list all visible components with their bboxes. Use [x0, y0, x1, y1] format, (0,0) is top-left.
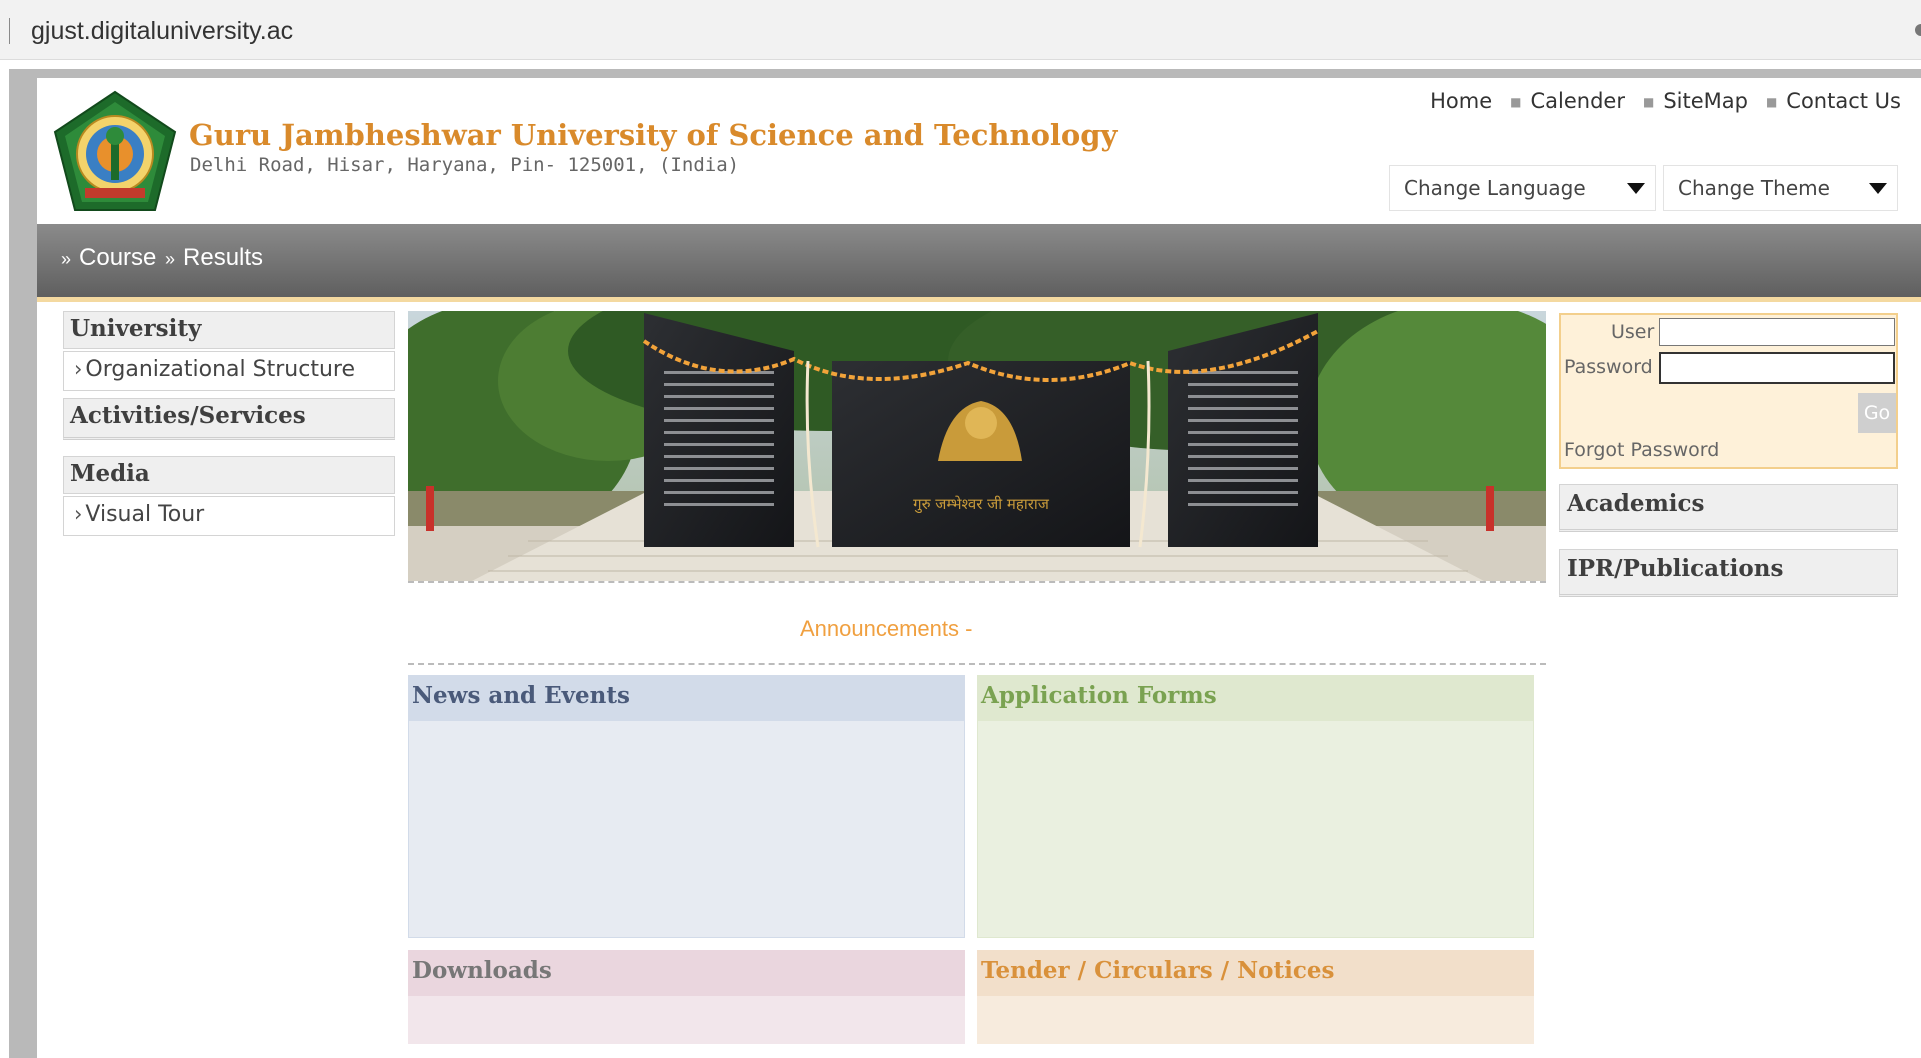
calender-link[interactable]: Calender [1530, 89, 1624, 113]
nav-course[interactable]: » Course [61, 244, 156, 272]
university-logo-icon [53, 90, 177, 211]
chevron-right-icon: › [74, 357, 83, 381]
section-divider [408, 663, 1546, 665]
sidebar-item-label: Organizational Structure [85, 357, 355, 382]
login-box: User Password Go Forgot Password [1559, 313, 1898, 469]
news-events-body [408, 721, 965, 938]
dropdown-arrow-icon [1627, 183, 1645, 194]
tender-circulars-heading[interactable]: Tender / Circulars / Notices [977, 950, 1534, 996]
change-language-label: Change Language [1404, 176, 1586, 200]
university-title: Guru Jambheshwar University of Science a… [189, 118, 1118, 152]
news-events-panel: News and Events [408, 675, 965, 938]
dropdown-arrow-icon [1869, 183, 1887, 194]
address-bar-divider [9, 18, 10, 44]
tender-circulars-panel: Tender / Circulars / Notices [977, 950, 1534, 1044]
downloads-panel: Downloads [408, 950, 965, 1044]
url-text[interactable]: gjust.digitaluniversity.ac [31, 17, 293, 46]
separator-dot: ■ [1765, 95, 1778, 109]
forgot-password-link[interactable]: Forgot Password [1564, 439, 1719, 461]
nav-course-label: Course [79, 244, 157, 271]
sidebar-head-university[interactable]: University [63, 311, 395, 349]
downloads-heading[interactable]: Downloads [408, 950, 965, 996]
sitemap-link[interactable]: SiteMap [1663, 89, 1748, 113]
banner-image: गुरु जम्भेश्वर जी महाराज [408, 311, 1546, 583]
double-chevron-icon: » [165, 249, 176, 269]
username-input[interactable] [1659, 318, 1895, 346]
sidebar-head-activities[interactable]: Activities/Services [63, 398, 395, 440]
news-events-heading[interactable]: News and Events [408, 675, 965, 721]
tender-circulars-body [977, 996, 1534, 1044]
chevron-right-icon: › [74, 502, 83, 526]
sidebar-head-media[interactable]: Media [63, 456, 395, 494]
university-address: Delhi Road, Hisar, Haryana, Pin- 125001,… [190, 154, 740, 176]
sidebar-item-visual-tour[interactable]: › Visual Tour [63, 496, 395, 536]
downloads-body [408, 996, 965, 1044]
separator-dot: ■ [1510, 95, 1522, 109]
contact-us-link[interactable]: Contact Us [1786, 89, 1901, 113]
change-theme-label: Change Theme [1678, 176, 1830, 200]
application-forms-heading[interactable]: Application Forms [977, 675, 1534, 721]
top-links: Home ■ Calender ■ SiteMap ■ Contact Us [1430, 89, 1901, 113]
plaque-text: गुरु जम्भेश्वर जी महाराज [913, 495, 1050, 514]
nav-results-label: Results [183, 244, 264, 271]
academics-box[interactable]: Academics [1559, 484, 1898, 532]
browser-edge-button[interactable] [1915, 24, 1921, 36]
change-theme-select[interactable]: Change Theme [1663, 165, 1898, 211]
sidebar-item-organizational-structure[interactable]: › Organizational Structure [63, 351, 395, 391]
nav-results[interactable]: » Results [165, 244, 263, 272]
home-link[interactable]: Home [1430, 89, 1492, 113]
application-forms-panel: Application Forms [977, 675, 1534, 938]
separator-dot: ■ [1642, 95, 1655, 109]
main-navbar: » Course » Results [37, 224, 1921, 302]
user-label: User [1611, 321, 1655, 343]
application-forms-body [977, 721, 1534, 938]
double-chevron-icon: » [61, 249, 72, 269]
sidebar-item-label: Visual Tour [85, 502, 205, 527]
university-page: Guru Jambheshwar University of Science a… [37, 78, 1921, 1058]
announcements-label[interactable]: Announcements - [800, 616, 972, 642]
ipr-publications-box[interactable]: IPR/Publications [1559, 549, 1898, 597]
browser-address-bar: gjust.digitaluniversity.ac [0, 0, 1921, 60]
go-button[interactable]: Go [1858, 393, 1896, 433]
memorial-photo: गुरु जम्भेश्वर जी महाराज [408, 311, 1546, 581]
change-language-select[interactable]: Change Language [1389, 165, 1656, 211]
password-label: Password [1564, 356, 1653, 378]
password-input[interactable] [1659, 352, 1895, 384]
